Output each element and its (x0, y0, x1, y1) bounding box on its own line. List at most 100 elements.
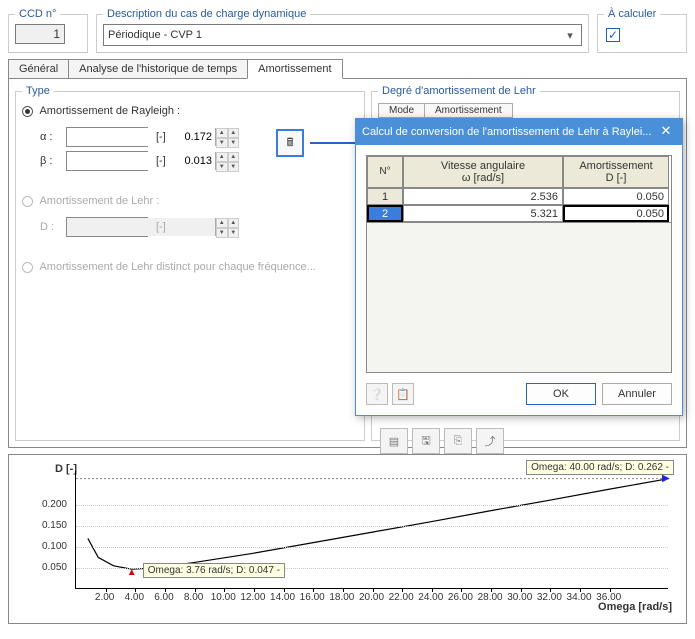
x-tick: 10.00 (211, 592, 236, 603)
x-tick: 4.00 (125, 592, 144, 603)
radio-lehr-row[interactable]: Amortissement de Lehr : (22, 195, 358, 207)
description-combo[interactable]: Périodique - CVP 1 ▾ (103, 24, 582, 46)
beta-label: β : (40, 155, 60, 167)
help-icon: ❔ (370, 388, 384, 401)
description-label: Description du cas de charge dynamique (103, 8, 310, 20)
table-row[interactable]: 1 2.536 0.050 (367, 188, 671, 205)
cell-d[interactable]: 0.050 (563, 205, 669, 222)
x-tick: 22.00 (389, 592, 414, 603)
x-tick: 34.00 (567, 592, 592, 603)
sub-tab-amort[interactable]: Amortissement (424, 103, 513, 118)
beta-down[interactable]: ▼ (216, 162, 228, 172)
x-tick: 36.00 (596, 592, 621, 603)
toolbar-btn-4[interactable]: ⤴ (476, 428, 504, 454)
to-calculate-fieldset: À calculer ✓ (597, 8, 687, 53)
beta-input[interactable] (67, 152, 215, 170)
d-input (67, 218, 215, 236)
y-tick: 0.150 (37, 520, 67, 531)
description-value: Périodique - CVP 1 (108, 29, 202, 41)
beta-up[interactable]: ▲ (216, 152, 228, 162)
tab-damping[interactable]: Amortissement (247, 59, 342, 79)
alpha-down[interactable]: ▼ (216, 138, 228, 148)
y-axis-label: D [-] (55, 463, 77, 475)
radio-rayleigh-row[interactable]: Amortissement de Rayleigh : (22, 105, 358, 117)
min-marker-icon: ▲ (127, 567, 137, 578)
damping-chart: D [-] Omega [rad/s] Omega: 40.00 rad/s; … (15, 461, 680, 617)
alpha-input[interactable] (67, 128, 215, 146)
convert-button[interactable]: 🖩 (276, 129, 304, 157)
main-tabs: Général Analyse de l'historique de temps… (8, 59, 687, 79)
conversion-table: N° Vitesse angulaire ω [rad/s] Amortisse… (366, 155, 672, 223)
table-row[interactable]: 2 5.321 0.050 (367, 205, 671, 222)
toolbar-btn-1[interactable]: ▤ (380, 428, 408, 454)
dialog-titlebar[interactable]: Calcul de conversion de l'amortissement … (356, 119, 682, 145)
tab-time-history[interactable]: Analyse de l'historique de temps (68, 59, 248, 79)
copy-icon: ⎘ (454, 435, 463, 448)
max-marker-icon: ▶ (662, 473, 670, 484)
x-tick: 32.00 (537, 592, 562, 603)
cell-d[interactable]: 0.050 (563, 188, 669, 205)
chevron-down-icon: ▾ (563, 29, 577, 42)
x-tick: 8.00 (184, 592, 203, 603)
radio-lehr-label: Amortissement de Lehr : (39, 195, 159, 207)
cancel-button[interactable]: Annuler (602, 383, 672, 405)
cell-omega[interactable]: 5.321 (403, 205, 563, 222)
col-header-num: N° (367, 156, 403, 188)
x-tick: 6.00 (154, 592, 173, 603)
beta-down2[interactable]: ▼ (228, 162, 240, 172)
sub-tab-mode[interactable]: Mode (378, 103, 425, 118)
ccd-value: 1 (15, 24, 65, 44)
x-tick: 30.00 (507, 592, 532, 603)
copy-button[interactable]: 📋 (392, 383, 414, 405)
ccd-label: CCD n° (15, 8, 60, 20)
alpha-label: α : (40, 131, 60, 143)
x-tick: 14.00 (270, 592, 295, 603)
type-fieldset: Type Amortissement de Rayleigh : α : ▲▼ … (15, 85, 365, 441)
dialog-title: Calcul de conversion de l'amortissement … (362, 126, 651, 138)
lehr-toolbar: ▤ 🖫 ⎘ ⤴ (380, 428, 504, 454)
alpha-up2[interactable]: ▲ (228, 128, 240, 138)
x-tick: 24.00 (418, 592, 443, 603)
row-num: 1 (367, 188, 403, 205)
beta-unit: [-] (156, 155, 166, 167)
type-legend: Type (22, 85, 54, 97)
radio-rayleigh[interactable] (22, 106, 33, 117)
x-tick: 18.00 (329, 592, 354, 603)
col-header-omega: Vitesse angulaire ω [rad/s] (403, 156, 563, 188)
clipboard-icon: 📋 (396, 388, 410, 401)
save-icon: 🖫 (421, 432, 430, 451)
toolbar-btn-3[interactable]: ⎘ (444, 428, 472, 454)
beta-spinner[interactable]: ▲▼ ▲▼ (66, 151, 148, 171)
ok-button[interactable]: OK (526, 383, 596, 405)
alpha-down2[interactable]: ▼ (228, 138, 240, 148)
row-num: 2 (367, 205, 403, 222)
y-tick: 0.200 (37, 499, 67, 510)
to-calculate-label: À calculer (604, 8, 660, 20)
radio-rayleigh-label: Amortissement de Rayleigh : (39, 105, 180, 117)
radio-lehr-distinct-label: Amortissement de Lehr distinct pour chaq… (39, 261, 315, 273)
callout-min: Omega: 3.76 rad/s; D: 0.047 - (143, 563, 285, 578)
convert-icon: 🖩 (287, 134, 294, 153)
toolbar-btn-2[interactable]: 🖫 (412, 428, 440, 454)
alpha-unit: [-] (156, 131, 166, 143)
y-tick: 0.100 (37, 541, 67, 552)
radio-lehr-distinct[interactable] (22, 262, 33, 273)
x-tick: 16.00 (300, 592, 325, 603)
radio-lehr[interactable] (22, 196, 33, 207)
alpha-spinner[interactable]: ▲▼ ▲▼ (66, 127, 148, 147)
close-icon[interactable]: ✕ (656, 123, 676, 141)
help-button[interactable]: ❔ (366, 383, 388, 405)
ccd-fieldset: CCD n° 1 (8, 8, 88, 53)
y-tick: 0.050 (37, 562, 67, 573)
lehr-legend: Degré d'amortissement de Lehr (378, 85, 540, 97)
beta-up2[interactable]: ▲ (228, 152, 240, 162)
tab-general[interactable]: Général (8, 59, 69, 79)
x-tick: 12.00 (240, 592, 265, 603)
radio-lehr-distinct-row[interactable]: Amortissement de Lehr distinct pour chaq… (22, 261, 358, 273)
description-fieldset: Description du cas de charge dynamique P… (96, 8, 589, 53)
cell-omega[interactable]: 2.536 (403, 188, 563, 205)
to-calculate-checkbox[interactable]: ✓ (606, 28, 620, 42)
callout-max: Omega: 40.00 rad/s; D: 0.262 - (526, 460, 674, 475)
x-tick: 26.00 (448, 592, 473, 603)
alpha-up[interactable]: ▲ (216, 128, 228, 138)
